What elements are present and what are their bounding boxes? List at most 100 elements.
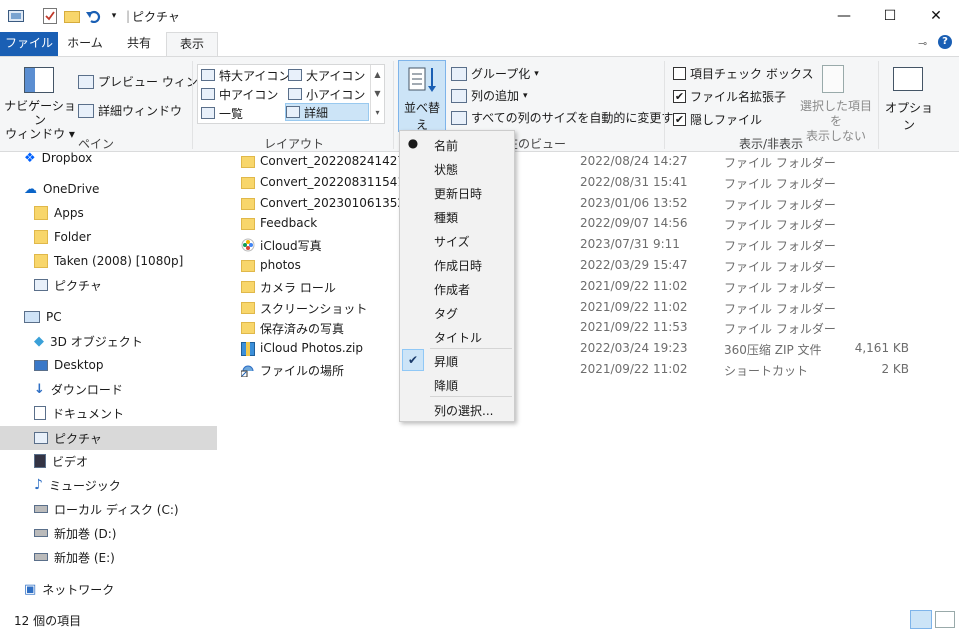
- sort-menu-item-name[interactable]: 名前: [434, 137, 458, 154]
- file-row[interactable]: 保存済みの写真 2021/09/22 11:53 ファイル フォルダー: [219, 318, 959, 338]
- add-columns-button[interactable]: 列の追加 ▾: [451, 87, 528, 104]
- medium-icons-icon: [201, 88, 215, 100]
- large-icons-view-icon[interactable]: [935, 611, 955, 628]
- nav-item-videos[interactable]: ビデオ: [34, 450, 88, 472]
- file-date: 2021/09/22 11:53: [580, 320, 688, 335]
- current-view-group-label: 在のビュー: [506, 137, 567, 151]
- file-row[interactable]: スクリーンショット 2021/09/22 11:02 ファイル フォルダー: [219, 298, 959, 318]
- details-pane-button[interactable]: 詳細ウィンドウ: [78, 102, 182, 119]
- nav-item-pc[interactable]: PC: [24, 306, 62, 328]
- options-button[interactable]: オプション: [882, 99, 936, 133]
- layout-list[interactable]: 一覧: [201, 104, 243, 122]
- help-icon[interactable]: ?: [938, 35, 952, 49]
- file-row[interactable]: Convert_202208241427 2022/08/24 14:27 ファイル…: [219, 152, 959, 172]
- checkbox-checked[interactable]: ✔: [673, 113, 686, 126]
- tab-file[interactable]: ファイル: [0, 32, 58, 56]
- large-icons-icon: [288, 69, 302, 81]
- nav-item-pictures[interactable]: ピクチャ: [34, 427, 102, 449]
- small-icons-icon: [288, 88, 302, 100]
- file-row[interactable]: Feedback 2022/09/07 14:56 ファイル フォルダー: [219, 214, 959, 234]
- checkbox[interactable]: [673, 67, 686, 80]
- sort-menu-item-ascending[interactable]: 昇順: [434, 353, 458, 370]
- sort-menu-item-date-modified[interactable]: 更新日時: [434, 185, 482, 202]
- sort-menu-item-descending[interactable]: 降順: [434, 377, 458, 394]
- layout-group-label: レイアウト: [263, 137, 324, 151]
- sort-menu-item-authors[interactable]: 作成者: [434, 281, 470, 298]
- nav-item-onedrive-pictures[interactable]: ピクチャ: [34, 274, 102, 296]
- undo-icon[interactable]: [86, 8, 102, 24]
- file-row[interactable]: Convert_202301061352 2023/01/06 13:52 ファイル…: [219, 194, 959, 214]
- nav-item-music[interactable]: ♪ ミュージック: [34, 474, 121, 496]
- navigation-pane-icon[interactable]: [24, 67, 54, 93]
- close-button[interactable]: ✕: [913, 0, 959, 32]
- options-icon: [893, 67, 923, 91]
- layout-large-icons[interactable]: 大アイコン: [288, 66, 365, 84]
- nav-item-network[interactable]: ▣ ネットワーク: [24, 578, 114, 600]
- file-row[interactable]: iCloud写真 2023/07/31 9:11 ファイル フォルダー: [219, 235, 959, 255]
- sort-menu-item-tags[interactable]: タグ: [434, 305, 458, 322]
- new-folder-icon[interactable]: [64, 8, 80, 24]
- nav-item-3d-objects[interactable]: ◆ 3D オブジェクト: [34, 330, 143, 352]
- nav-item-downloads[interactable]: ↓ ダウンロード: [34, 378, 123, 400]
- nav-item-desktop[interactable]: Desktop: [34, 354, 104, 376]
- file-row[interactable]: iCloud Photos.zip 2022/03/24 19:23 360压缩 Z…: [219, 339, 959, 359]
- drive-icon: [34, 529, 48, 537]
- checkbox-checked[interactable]: ✔: [673, 90, 686, 103]
- navigation-pane: ❖ Dropbox ☁ OneDrive Apps Folder Taken (20…: [0, 151, 219, 602]
- folder-icon: [241, 280, 255, 297]
- layout-details[interactable]: 詳細: [285, 103, 369, 121]
- file-list: Convert_202208241427 2022/08/24 14:27 ファイル…: [219, 152, 959, 602]
- nav-item-apps[interactable]: Apps: [34, 202, 84, 224]
- folder-icon: [241, 197, 255, 214]
- file-row[interactable]: Convert_202208311541 2022/08/31 15:41 ファイル…: [219, 173, 959, 193]
- item-checkboxes-toggle[interactable]: 項目チェック ボックス: [673, 65, 813, 82]
- nav-item-documents[interactable]: ドキュメント: [34, 402, 124, 424]
- file-row[interactable]: photos 2022/03/29 15:47 ファイル フォルダー: [219, 256, 959, 276]
- nav-item-folder[interactable]: Folder: [34, 226, 91, 248]
- folder-icon: [241, 301, 255, 318]
- layout-small-icons[interactable]: 小アイコン: [288, 85, 365, 103]
- sort-menu-item-choose-columns[interactable]: 列の選択...: [434, 402, 493, 419]
- divider: [878, 61, 879, 149]
- size-all-columns-button[interactable]: すべての列のサイズを自動的に変更する: [451, 109, 685, 126]
- file-type: ファイル フォルダー: [724, 322, 836, 337]
- nav-item-drive-e[interactable]: 新加巻 (E:): [34, 546, 115, 568]
- sort-menu-item-type[interactable]: 種類: [434, 209, 458, 226]
- file-type: ファイル フォルダー: [724, 197, 836, 212]
- nav-item-taken[interactable]: Taken (2008) [1080p]: [34, 250, 183, 272]
- tab-view[interactable]: 表示: [166, 32, 218, 57]
- sort-menu-item-title[interactable]: タイトル: [434, 329, 482, 346]
- file-row[interactable]: カメラ ロール 2021/09/22 11:02 ファイル フォルダー: [219, 277, 959, 297]
- music-icon: ♪: [34, 477, 43, 493]
- sort-icon: [408, 67, 436, 92]
- layout-xl-icons[interactable]: 特大アイコン: [201, 66, 290, 84]
- layout-medium-icons[interactable]: 中アイコン: [201, 85, 278, 103]
- maximize-button[interactable]: ☐: [867, 0, 913, 32]
- minimize-button[interactable]: —: [821, 0, 867, 32]
- window-icon[interactable]: [8, 8, 24, 24]
- file-type: ショートカット: [724, 364, 809, 378]
- properties-icon[interactable]: [42, 8, 58, 24]
- details-view-icon[interactable]: [910, 610, 932, 629]
- layout-scroll[interactable]: ▲ ▼ ▾: [370, 65, 384, 123]
- nav-item-onedrive[interactable]: ☁ OneDrive: [24, 178, 99, 200]
- file-row[interactable]: ファイルの場所 2021/09/22 11:02 ショートカット 2 KB: [219, 360, 959, 380]
- file-date: 2023/07/31 9:11: [580, 237, 680, 252]
- folder-icon: [34, 254, 48, 268]
- tab-share[interactable]: 共有: [114, 32, 164, 56]
- hidden-items-toggle[interactable]: ✔ 隠しファイル: [673, 111, 762, 128]
- nav-item-dropbox[interactable]: ❖ Dropbox: [24, 147, 92, 169]
- sort-by-button[interactable]: 並べ替え ▾: [398, 60, 446, 143]
- group-by-button[interactable]: グループ化 ▾: [451, 65, 539, 82]
- pin-ribbon-icon[interactable]: ⊸: [918, 37, 927, 50]
- file-extensions-toggle[interactable]: ✔ ファイル名拡張子: [673, 88, 786, 105]
- file-name: スクリーンショット: [260, 301, 368, 316]
- sort-menu-item-status[interactable]: 状態: [434, 161, 458, 178]
- sort-menu-item-date-created[interactable]: 作成日時: [434, 257, 482, 274]
- file-date: 2023/01/06 13:52: [580, 195, 688, 210]
- file-type: ファイル フォルダー: [724, 218, 836, 233]
- sort-menu-item-size[interactable]: サイズ: [434, 233, 470, 250]
- nav-item-drive-d[interactable]: 新加巻 (D:): [34, 522, 116, 544]
- tab-home[interactable]: ホーム: [62, 32, 108, 56]
- nav-item-local-disk-c[interactable]: ローカル ディスク (C:): [34, 498, 179, 520]
